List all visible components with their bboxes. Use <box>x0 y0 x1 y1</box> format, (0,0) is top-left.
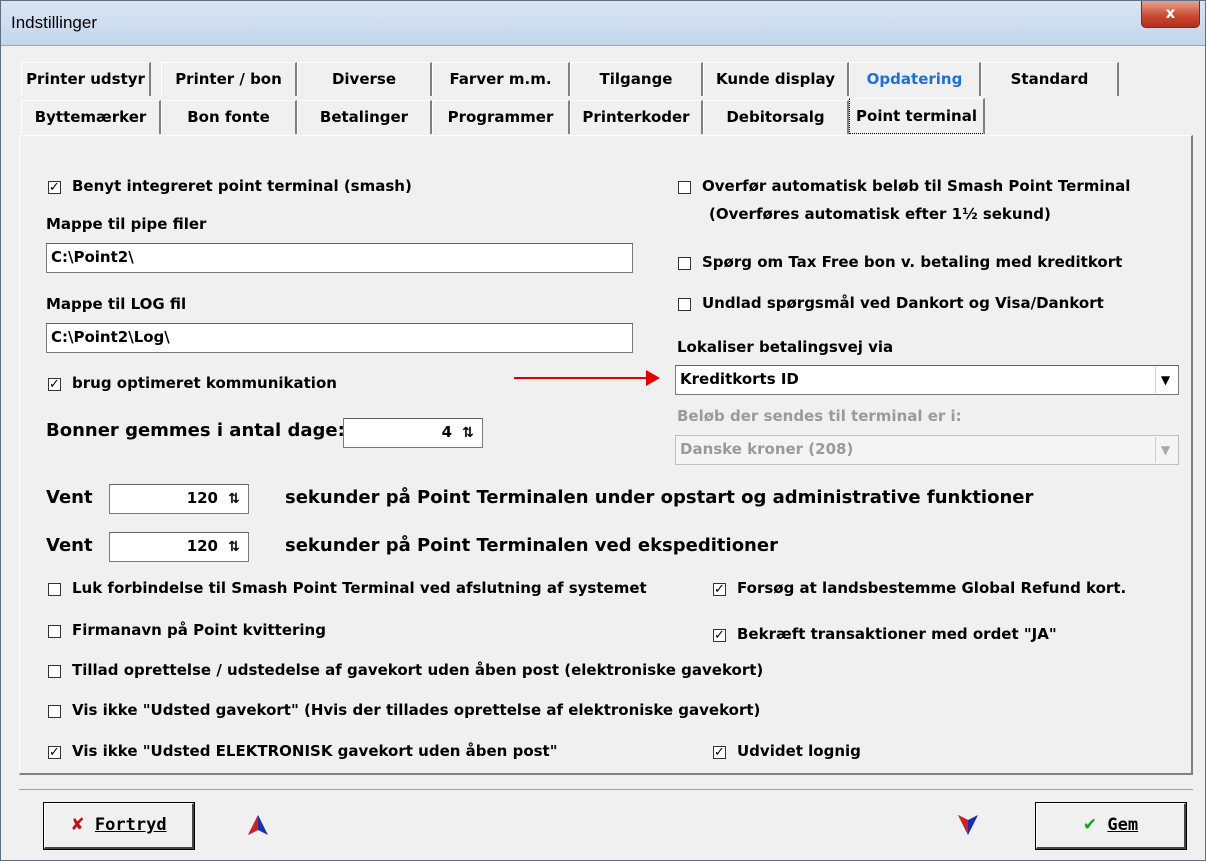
tab-debitorsalg[interactable]: Debitorsalg <box>703 100 849 134</box>
hide-electronic-checkbox[interactable]: ✓ <box>48 746 61 759</box>
confirm-ja-label: Bekræft transaktioner med ordet "JA" <box>737 625 1057 643</box>
save-button-label: Gem <box>1107 815 1139 835</box>
annotation-arrow-head-icon <box>646 370 660 386</box>
hide-issue-checkbox[interactable] <box>48 705 61 718</box>
amount-currency-select[interactable]: Danske kroner (208) <box>675 435 1179 465</box>
cancel-x-icon: ✘ <box>70 815 85 835</box>
amount-currency-label: Beløb der sendes til terminal er i: <box>677 407 962 425</box>
tax-free-checkbox[interactable] <box>678 257 691 270</box>
auto-transfer-note: (Overføres automatisk efter 1½ sekund) <box>709 205 1051 223</box>
window-title: Indstillinger <box>11 13 97 32</box>
hide-issue-label: Vis ikke "Udsted gavekort" (Hvis der til… <box>72 701 761 719</box>
tab-printer-udstyr[interactable]: Printer udstyr <box>21 62 151 96</box>
allow-giftcard-checkbox[interactable] <box>48 665 61 678</box>
locate-payment-select[interactable]: Kreditkorts ID <box>675 365 1179 395</box>
tab-bon-fonte[interactable]: Bon fonte <box>161 100 297 134</box>
global-refund-label: Forsøg at landsbestemme Global Refund ko… <box>737 579 1127 597</box>
tab-standard[interactable]: Standard <box>981 62 1119 96</box>
tab-point-terminal[interactable]: Point terminal <box>849 98 985 134</box>
extended-log-checkbox[interactable]: ✓ <box>713 746 726 759</box>
extended-log-label: Udvidet lognig <box>737 742 861 760</box>
tab-tilgange[interactable]: Tilgange <box>570 62 703 96</box>
tab-farver[interactable]: Farver m.m. <box>432 62 570 96</box>
auto-transfer-checkbox[interactable] <box>678 181 691 194</box>
use-integrated-label: Benyt integreret point terminal (smash) <box>72 177 412 195</box>
tab-byttemaerker[interactable]: Byttemærker <box>21 100 161 134</box>
company-name-label: Firmanavn på Point kvittering <box>72 621 326 639</box>
skip-dankort-checkbox[interactable] <box>678 298 691 311</box>
wait-exped-spinner-icon[interactable]: ⇅ <box>223 535 245 559</box>
auto-transfer-label: Overfør automatisk beløb til Smash Point… <box>702 177 1131 195</box>
tab-diverse[interactable]: Diverse <box>297 62 432 96</box>
wait-startup-label: Vent <box>46 487 93 508</box>
close-conn-checkbox[interactable] <box>48 583 61 596</box>
tab-printer-bon[interactable]: Printer / bon <box>161 62 297 96</box>
check-icon: ✔ <box>1082 815 1098 835</box>
close-button[interactable]: x <box>1141 1 1200 28</box>
wait-exped-label: Vent <box>46 535 93 556</box>
tab-programmer[interactable]: Programmer <box>432 100 570 134</box>
tab-printerkoder[interactable]: Printerkoder <box>570 100 703 134</box>
title-bar: Indstillinger x <box>1 1 1205 46</box>
log-folder-input[interactable]: C:\Point2\Log\ <box>46 323 633 353</box>
button-bar <box>19 789 1193 852</box>
optimized-comm-checkbox[interactable]: ✓ <box>48 378 61 391</box>
global-refund-checkbox[interactable]: ✓ <box>713 583 726 596</box>
wait-startup-text: sekunder på Point Terminalen under opsta… <box>285 487 1034 508</box>
log-folder-label: Mappe til LOG fil <box>46 295 187 313</box>
settings-window: Indstillinger x Printer udstyr Printer /… <box>0 0 1206 861</box>
tab-betalinger[interactable]: Betalinger <box>297 100 432 134</box>
tab-kunde-display[interactable]: Kunde display <box>703 62 849 96</box>
tab-opdatering[interactable]: Opdatering <box>849 62 981 96</box>
chevron-down-icon[interactable]: ▼ <box>1155 367 1175 393</box>
wait-startup-spinner-icon[interactable]: ⇅ <box>223 487 245 511</box>
optimized-comm-label: brug optimeret kommunikation <box>72 374 337 392</box>
tax-free-label: Spørg om Tax Free bon v. betaling med kr… <box>702 253 1123 271</box>
wait-exped-text: sekunder på Point Terminalen ved ekspedi… <box>285 535 778 556</box>
locate-payment-label: Lokaliser betalingsvej via <box>677 338 894 356</box>
scroll-down-icon[interactable] <box>956 813 980 837</box>
cancel-button-label: Fortryd <box>94 815 167 835</box>
save-button[interactable]: ✔ Gem <box>1035 802 1187 850</box>
allow-giftcard-label: Tillad oprettelse / udstedelse af gaveko… <box>72 661 764 679</box>
confirm-ja-checkbox[interactable]: ✓ <box>713 629 726 642</box>
use-integrated-checkbox[interactable]: ✓ <box>48 181 61 194</box>
close-conn-label: Luk forbindelse til Smash Point Terminal… <box>72 579 647 597</box>
annotation-arrow-line <box>514 377 650 379</box>
receipts-days-spinner-icon[interactable]: ⇅ <box>457 421 479 445</box>
hide-electronic-label: Vis ikke "Udsted ELEKTRONISK gavekort ud… <box>72 742 558 760</box>
chevron-down-icon[interactable]: ▼ <box>1155 437 1175 463</box>
pipe-folder-label: Mappe til pipe filer <box>46 215 207 233</box>
skip-dankort-label: Undlad spørgsmål ved Dankort og Visa/Dan… <box>702 294 1104 312</box>
scroll-up-icon[interactable] <box>246 813 270 837</box>
cancel-button[interactable]: ✘ Fortryd <box>43 802 195 850</box>
receipts-days-label: Bonner gemmes i antal dage: <box>46 420 345 441</box>
company-name-checkbox[interactable] <box>48 625 61 638</box>
pipe-folder-input[interactable]: C:\Point2\ <box>46 243 633 273</box>
